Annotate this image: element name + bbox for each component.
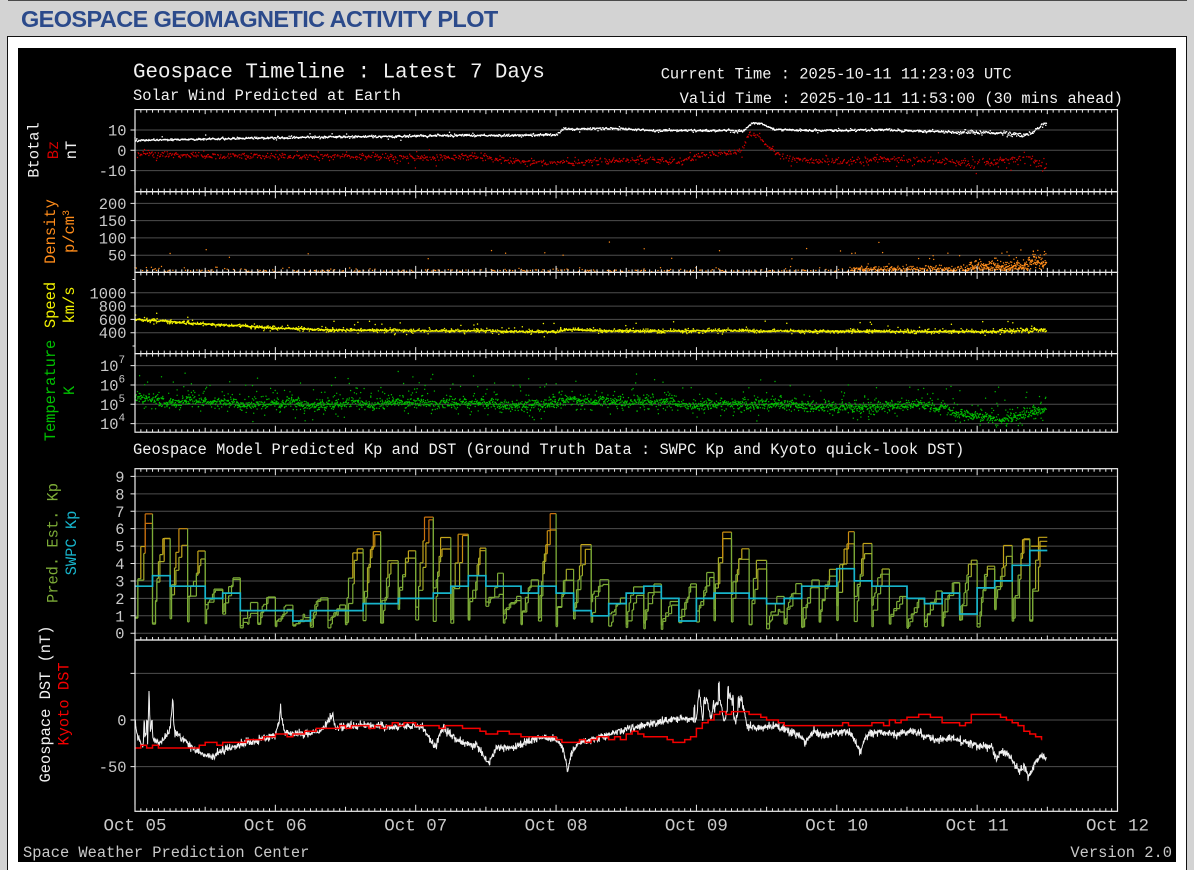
svg-text:Geospace Timeline : Latest 7 D: Geospace Timeline : Latest 7 Days: [133, 62, 545, 85]
svg-text:Valid Time : 2025-10-11 11:53:: Valid Time : 2025-10-11 11:53:00 (30 min…: [680, 90, 1123, 108]
svg-text:p/cm3: p/cm3: [61, 210, 79, 253]
svg-text:200: 200: [99, 196, 127, 214]
svg-text:nT: nT: [63, 141, 81, 159]
svg-text:Bz: Bz: [45, 141, 63, 159]
svg-text:7: 7: [115, 504, 124, 522]
svg-text:Current Time : 2025-10-11 11:2: Current Time : 2025-10-11 11:23:03 UTC: [661, 66, 1012, 84]
svg-text:400: 400: [99, 325, 127, 343]
svg-text:100: 100: [99, 230, 127, 248]
svg-text:km/s: km/s: [61, 287, 79, 324]
svg-text:5: 5: [119, 394, 126, 406]
svg-text:6: 6: [119, 375, 126, 387]
svg-text:10: 10: [100, 397, 118, 415]
svg-text:6: 6: [115, 521, 124, 539]
svg-text:Kyoto DST: Kyoto DST: [56, 662, 74, 745]
svg-text:Oct 06: Oct 06: [244, 816, 307, 836]
svg-text:Oct 10: Oct 10: [805, 816, 868, 836]
svg-text:10: 10: [108, 123, 126, 141]
svg-text:50: 50: [108, 248, 126, 266]
svg-text:-50: -50: [99, 759, 127, 777]
svg-text:Solar Wind Predicted at Earth: Solar Wind Predicted at Earth: [133, 87, 401, 105]
svg-text:10: 10: [100, 416, 118, 434]
svg-text:Temperature: Temperature: [42, 340, 60, 442]
svg-text:Oct 08: Oct 08: [525, 816, 588, 836]
svg-text:Oct 09: Oct 09: [665, 816, 728, 836]
svg-text:Geospace DST (nT): Geospace DST (nT): [37, 625, 55, 782]
svg-text:0: 0: [115, 626, 124, 644]
svg-text:K: K: [61, 385, 79, 395]
svg-text:9: 9: [115, 469, 124, 487]
svg-text:Btotal: Btotal: [26, 122, 44, 177]
svg-text:5: 5: [115, 539, 124, 557]
svg-text:-10: -10: [99, 163, 127, 181]
svg-text:4: 4: [115, 556, 124, 574]
svg-text:Oct 07: Oct 07: [384, 816, 447, 836]
svg-text:Geospace Model Predicted Kp an: Geospace Model Predicted Kp and DST (Gro…: [133, 441, 964, 459]
svg-text:Oct 11: Oct 11: [946, 816, 1009, 836]
svg-text:Oct 05: Oct 05: [103, 816, 166, 836]
svg-text:1: 1: [115, 608, 124, 626]
svg-text:Speed: Speed: [42, 282, 60, 328]
svg-text:Version 2.0: Version 2.0: [1070, 844, 1172, 862]
svg-text:150: 150: [99, 213, 127, 231]
svg-text:2: 2: [115, 591, 124, 609]
svg-text:Density: Density: [42, 199, 60, 264]
svg-text:Oct 12: Oct 12: [1086, 816, 1149, 836]
svg-text:10: 10: [100, 378, 118, 396]
svg-text:0: 0: [117, 143, 126, 161]
svg-text:4: 4: [119, 413, 126, 425]
svg-text:Pred. Est. Kp: Pred. Est. Kp: [44, 483, 62, 603]
svg-text:10: 10: [100, 358, 118, 376]
svg-text:3: 3: [115, 573, 124, 591]
svg-text:0: 0: [117, 713, 126, 731]
svg-text:SWPC Kp: SWPC Kp: [63, 511, 81, 576]
svg-text:8: 8: [115, 486, 124, 504]
svg-text:7: 7: [119, 355, 126, 367]
svg-text:Space Weather Prediction Cente: Space Weather Prediction Center: [23, 844, 309, 862]
